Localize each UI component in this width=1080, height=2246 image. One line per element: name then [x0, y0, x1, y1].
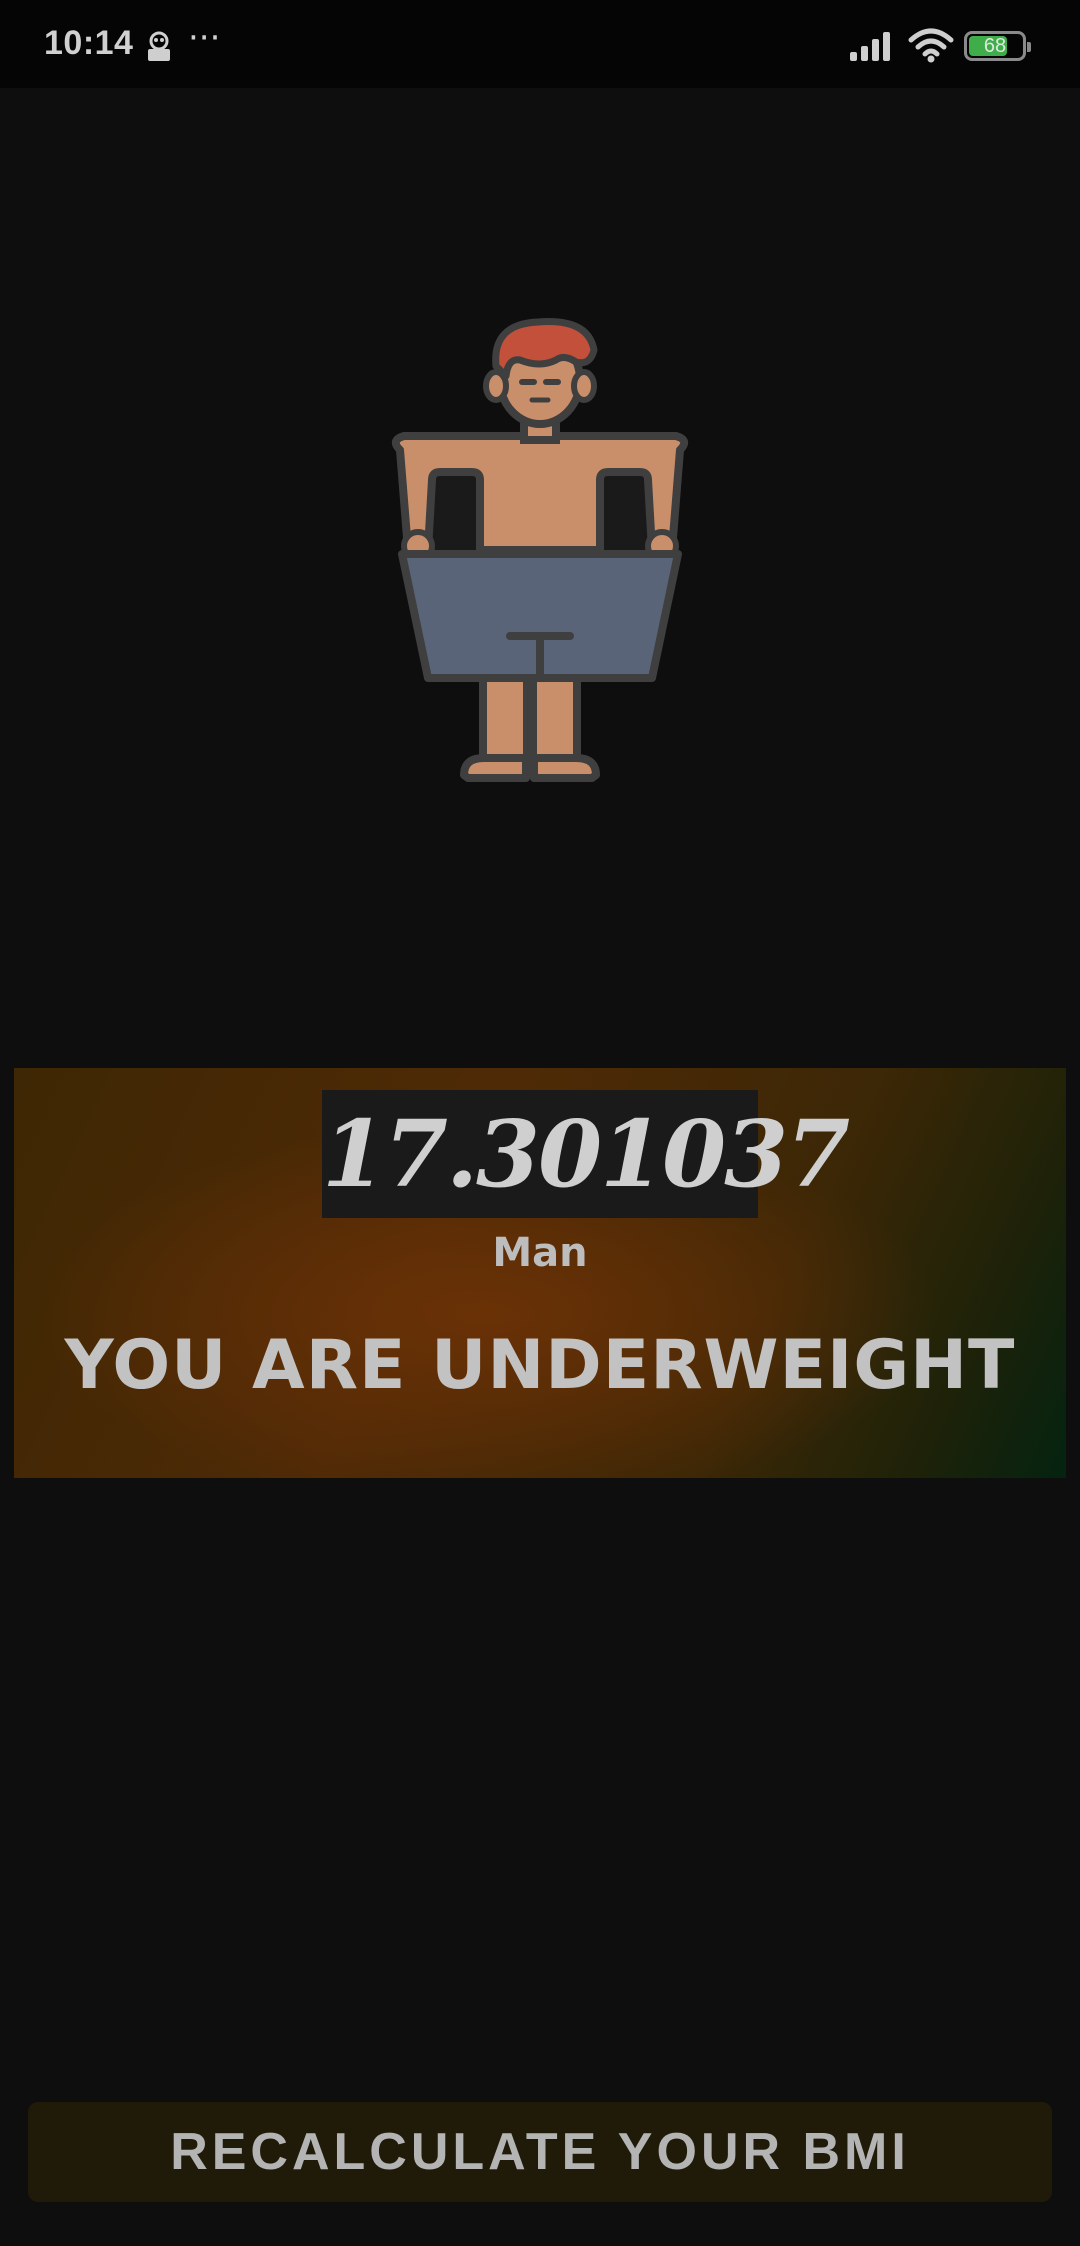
- more-notifications-icon: ···: [188, 18, 221, 58]
- bmi-value: 17.301037: [322, 1100, 850, 1208]
- gender-label: Man: [492, 1230, 588, 1276]
- recalculate-button-label: RECALCULATE YOUR BMI: [170, 2123, 910, 2181]
- wifi-icon: [908, 28, 954, 63]
- app-notification-icon: [148, 31, 170, 61]
- status-indicators: 68: [848, 28, 1031, 64]
- status-bar: 10:14 ··· 68: [0, 0, 1080, 88]
- battery-tip: [1027, 42, 1031, 52]
- battery-level: 68: [983, 35, 1007, 57]
- bmi-value-box: 17.301037: [322, 1090, 850, 1218]
- signal-icon: [850, 32, 890, 61]
- bmi-result-message: YOU ARE UNDERWEIGHT: [64, 1326, 1016, 1405]
- man-figure-icon: [391, 318, 689, 782]
- bmi-result-panel: 17.301037 Man YOU ARE UNDERWEIGHT: [14, 1068, 1066, 1478]
- recalculate-button[interactable]: RECALCULATE YOUR BMI: [28, 2102, 1052, 2202]
- battery-icon: 68: [964, 31, 1031, 61]
- status-time: 10:14: [44, 24, 134, 62]
